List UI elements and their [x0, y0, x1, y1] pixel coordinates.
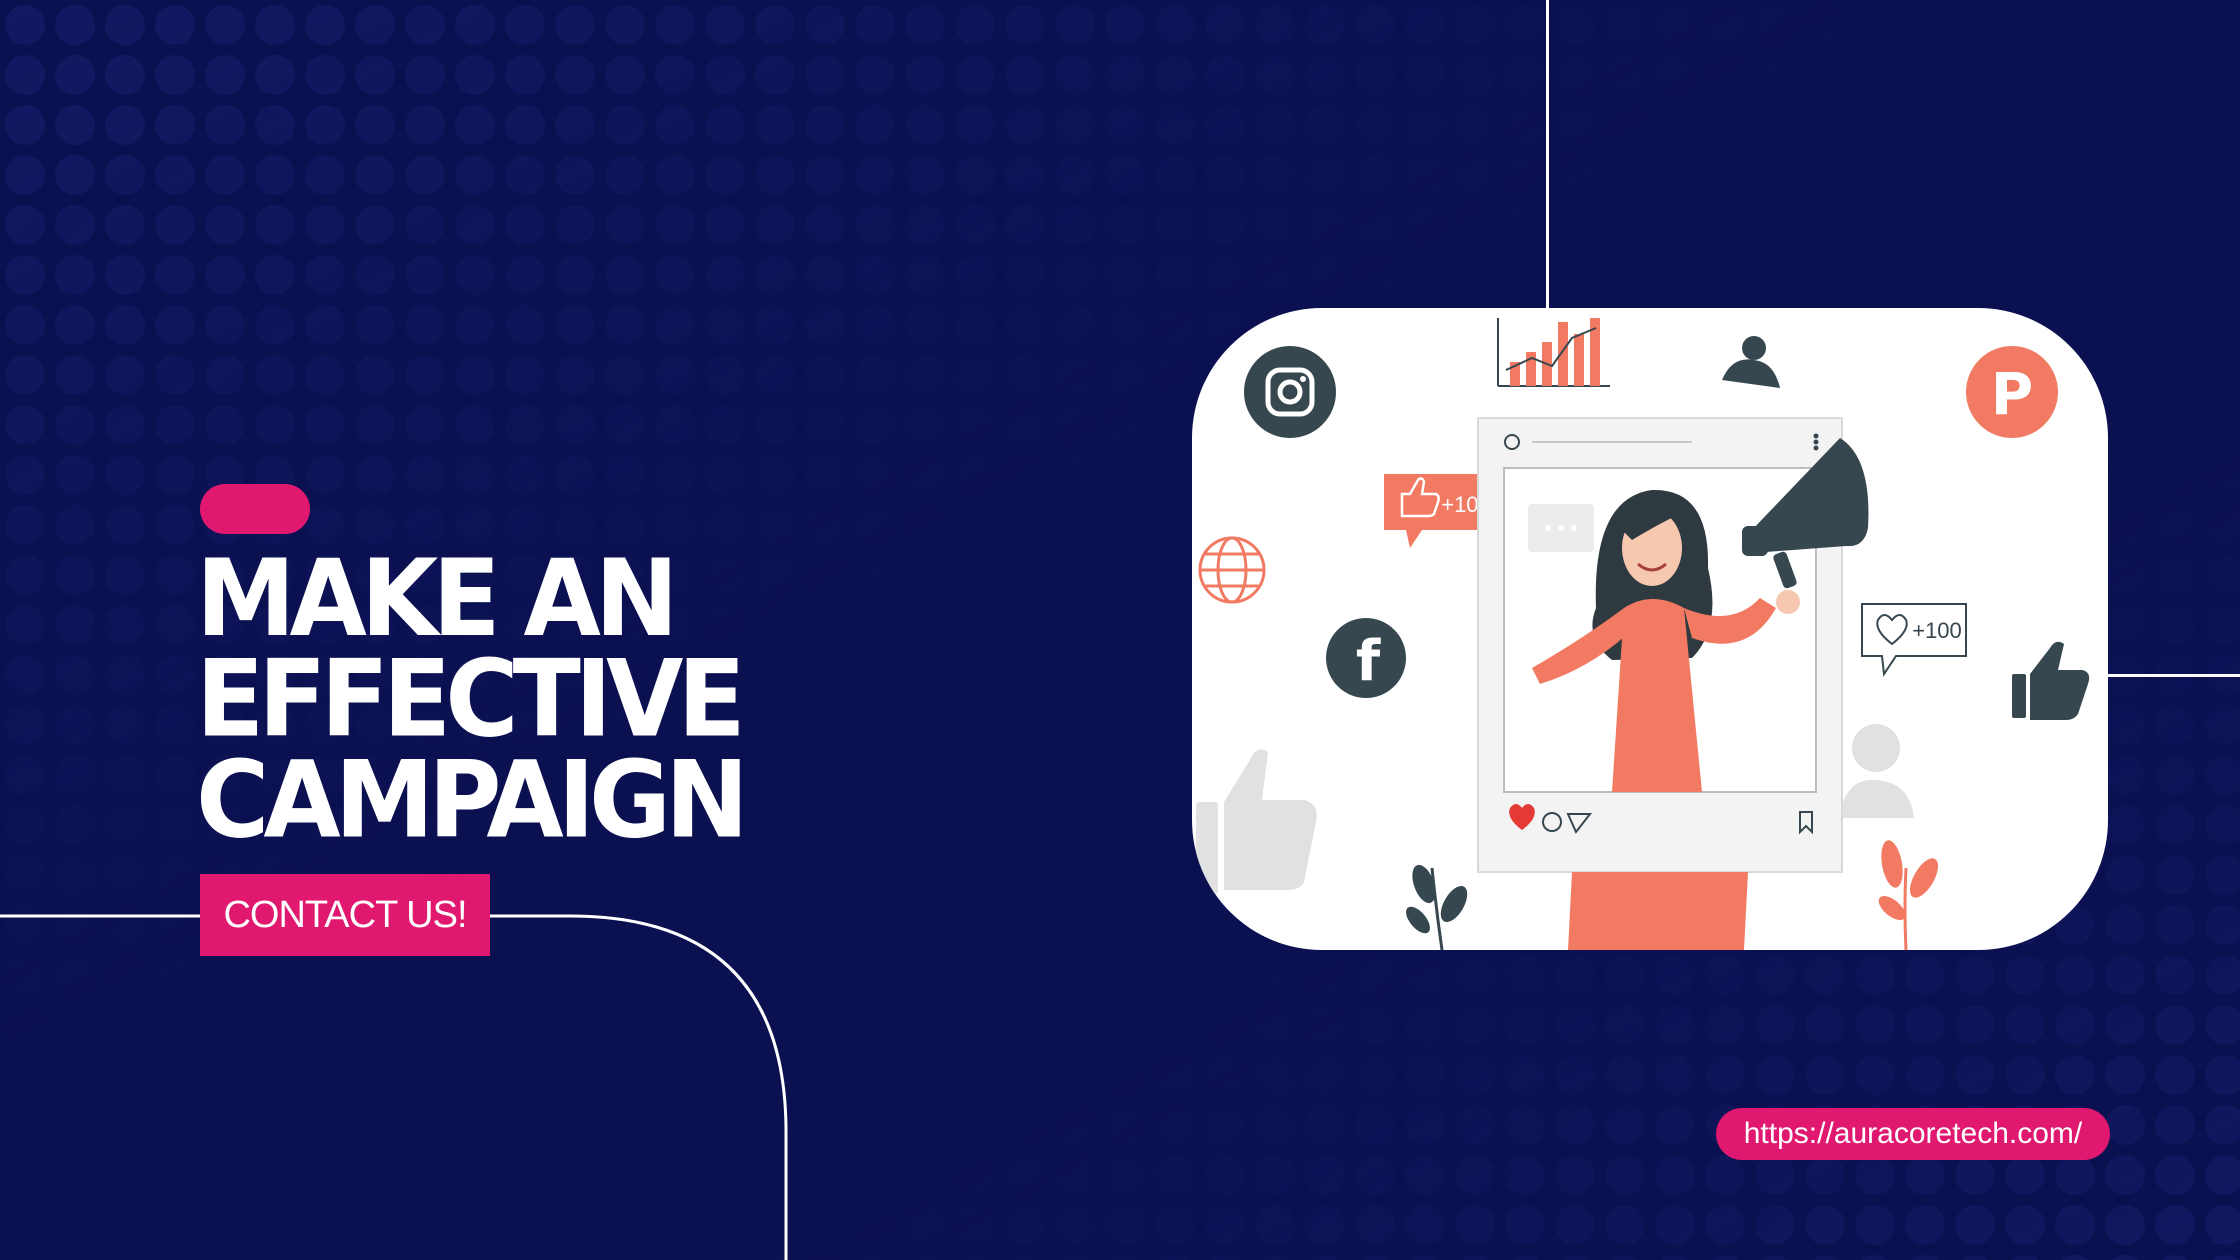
- facebook-icon: f: [1326, 618, 1406, 698]
- divider-line-vertical-top: [1546, 0, 1549, 310]
- headline-line-2: CAMPAIGN: [196, 737, 749, 862]
- user-icon: [1722, 336, 1780, 388]
- user-icon: [1840, 724, 1914, 818]
- globe-icon: [1198, 536, 1266, 604]
- thumbs-up-icon: [2012, 641, 2090, 720]
- svg-text:f: f: [1356, 629, 1381, 694]
- page-title: MAKE AN EFFECTIVE CAMPAIGN: [196, 536, 1196, 862]
- campaign-illustration: P f +100 +100: [1196, 318, 2090, 950]
- headline-line-1: MAKE AN EFFECTIVE: [196, 536, 746, 762]
- divider-line-right: [2106, 674, 2240, 677]
- accent-pill: [200, 484, 310, 534]
- thumbs-up-icon: [1196, 749, 1317, 894]
- hearts-badge: +100: [1861, 603, 1967, 677]
- contact-us-button[interactable]: CONTACT US!: [200, 874, 490, 956]
- campaign-illustration-card: P f +100 +100: [1192, 308, 2108, 950]
- bar-chart-icon: [1497, 318, 1610, 387]
- pinterest-icon: P: [1966, 346, 2058, 438]
- svg-text:P: P: [1991, 360, 2034, 428]
- instagram-icon: [1244, 346, 1336, 438]
- website-link[interactable]: https://auracoretech.com/: [1716, 1108, 2110, 1160]
- svg-text:+100: +100: [1912, 618, 1962, 643]
